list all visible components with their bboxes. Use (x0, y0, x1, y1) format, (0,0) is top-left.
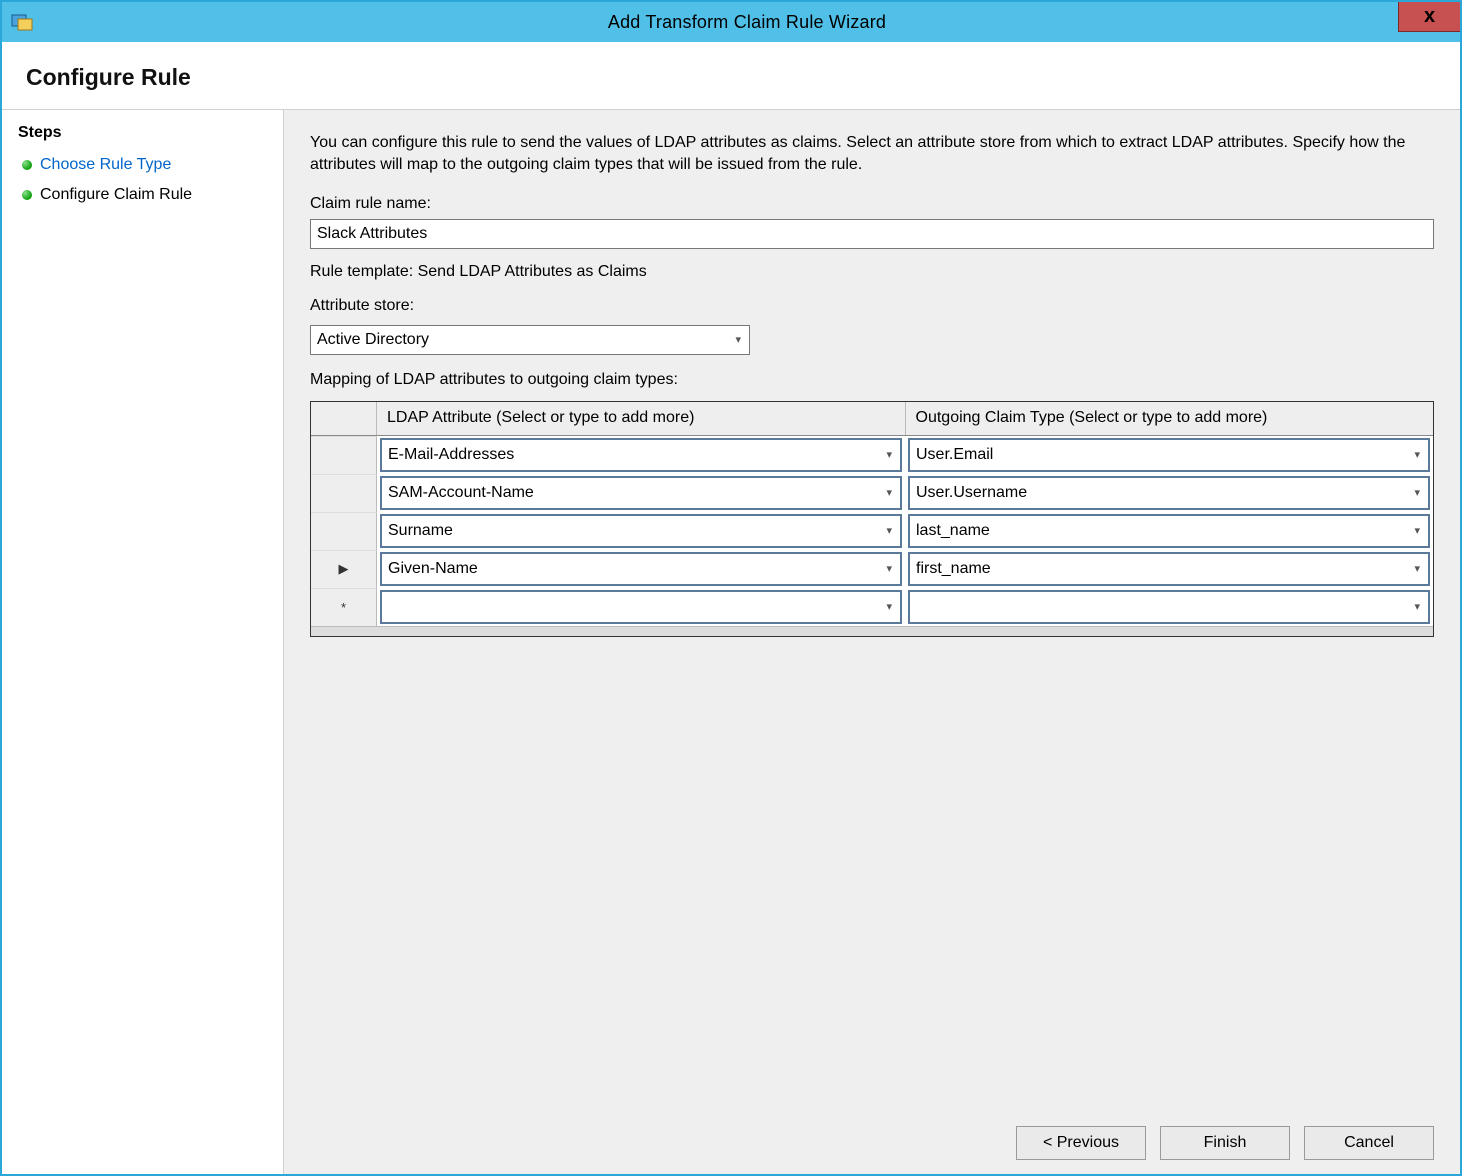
mapping-table-header: LDAP Attribute (Select or type to add mo… (311, 402, 1433, 436)
content-panel: You can configure this rule to send the … (284, 110, 1460, 1174)
step-label: Choose Rule Type (40, 156, 171, 174)
rule-template-text: Rule template: Send LDAP Attributes as C… (310, 263, 1434, 281)
ldap-attribute-value: E-Mail-Addresses (388, 446, 514, 464)
ldap-attribute-cell[interactable]: Surname ▾ (380, 514, 902, 548)
chevron-down-icon: ▾ (1414, 600, 1420, 613)
claim-rule-name-label: Claim rule name: (310, 195, 1434, 213)
steps-nav: Steps Choose Rule Type Configure Claim R… (2, 110, 284, 1174)
table-footer-scroll (311, 626, 1433, 636)
chevron-down-icon: ▾ (886, 486, 892, 499)
wizard-body: Steps Choose Rule Type Configure Claim R… (2, 110, 1460, 1174)
titlebar: Add Transform Claim Rule Wizard x (2, 2, 1460, 42)
outgoing-claim-cell[interactable]: last_name ▾ (908, 514, 1430, 548)
step-configure-claim-rule[interactable]: Configure Claim Rule (2, 180, 283, 210)
outgoing-claim-cell[interactable]: User.Username ▾ (908, 476, 1430, 510)
wizard-window: Add Transform Claim Rule Wizard x Config… (0, 0, 1462, 1176)
chevron-down-icon: ▾ (886, 448, 892, 461)
ldap-attribute-cell[interactable]: SAM-Account-Name ▾ (380, 476, 902, 510)
outgoing-claim-cell[interactable]: ▾ (908, 590, 1430, 624)
ldap-attribute-value: SAM-Account-Name (388, 484, 534, 502)
ldap-attribute-value: Given-Name (388, 560, 478, 578)
ldap-attribute-cell[interactable]: E-Mail-Addresses ▾ (380, 438, 902, 472)
outgoing-claim-column-header: Outgoing Claim Type (Select or type to a… (906, 402, 1434, 435)
mapping-label: Mapping of LDAP attributes to outgoing c… (310, 371, 1434, 389)
outgoing-claim-value: User.Username (916, 484, 1027, 502)
cancel-button[interactable]: Cancel (1304, 1126, 1434, 1160)
row-marker[interactable] (311, 436, 377, 474)
finish-button[interactable]: Finish (1160, 1126, 1290, 1160)
page-title: Configure Rule (26, 64, 1436, 91)
outgoing-claim-value: first_name (916, 560, 991, 578)
page-header-strip: Configure Rule (2, 42, 1460, 110)
window-title: Add Transform Claim Rule Wizard (34, 12, 1460, 33)
previous-button[interactable]: < Previous (1016, 1126, 1146, 1160)
table-row: E-Mail-Addresses ▾ User.Email ▾ (311, 436, 1433, 474)
row-marker[interactable] (311, 474, 377, 512)
mapping-table: LDAP Attribute (Select or type to add mo… (310, 401, 1434, 637)
step-choose-rule-type[interactable]: Choose Rule Type (2, 150, 283, 180)
instruction-text: You can configure this rule to send the … (310, 132, 1434, 177)
step-bullet-icon (22, 190, 32, 200)
row-marker[interactable]: * (311, 588, 377, 626)
chevron-down-icon: ▾ (735, 333, 741, 346)
step-bullet-icon (22, 160, 32, 170)
claim-rule-name-input[interactable] (310, 219, 1434, 249)
table-row: * ▾ ▾ (311, 588, 1433, 626)
close-button[interactable]: x (1398, 2, 1460, 32)
wizard-button-row: < Previous Finish Cancel (310, 1112, 1434, 1160)
table-row: ▶ Given-Name ▾ first_name ▾ (311, 550, 1433, 588)
attribute-store-label: Attribute store: (310, 297, 1434, 315)
row-marker[interactable]: ▶ (311, 550, 377, 588)
row-marker[interactable] (311, 512, 377, 550)
table-row: SAM-Account-Name ▾ User.Username ▾ (311, 474, 1433, 512)
chevron-down-icon: ▾ (1414, 448, 1420, 461)
chevron-down-icon: ▾ (1414, 562, 1420, 575)
steps-heading: Steps (2, 118, 283, 150)
ldap-attribute-value: Surname (388, 522, 453, 540)
mapping-row-header-blank (311, 402, 377, 435)
step-label: Configure Claim Rule (40, 186, 192, 204)
chevron-down-icon: ▾ (886, 562, 892, 575)
chevron-down-icon: ▾ (1414, 486, 1420, 499)
attribute-store-value: Active Directory (317, 331, 429, 349)
app-icon (10, 10, 34, 34)
ldap-attribute-cell[interactable]: Given-Name ▾ (380, 552, 902, 586)
outgoing-claim-value: User.Email (916, 446, 993, 464)
chevron-down-icon: ▾ (886, 600, 892, 613)
ldap-attribute-column-header: LDAP Attribute (Select or type to add mo… (377, 402, 906, 435)
ldap-attribute-cell[interactable]: ▾ (380, 590, 902, 624)
chevron-down-icon: ▾ (886, 524, 892, 537)
table-row: Surname ▾ last_name ▾ (311, 512, 1433, 550)
chevron-down-icon: ▾ (1414, 524, 1420, 537)
outgoing-claim-cell[interactable]: first_name ▾ (908, 552, 1430, 586)
outgoing-claim-value: last_name (916, 522, 990, 540)
attribute-store-dropdown[interactable]: Active Directory ▾ (310, 325, 750, 355)
outgoing-claim-cell[interactable]: User.Email ▾ (908, 438, 1430, 472)
